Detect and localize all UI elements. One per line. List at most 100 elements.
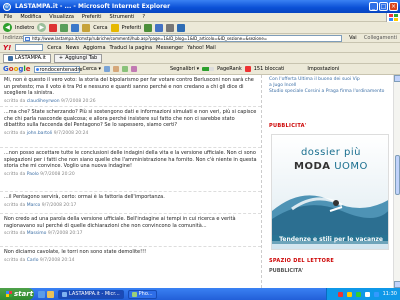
mail-icon[interactable] xyxy=(155,23,164,32)
page-content: Mi, non è questo il vero voto: la storia… xyxy=(0,75,393,288)
browser-window: e LASTAMPA.it - ... - Microsoft Internet… xyxy=(0,0,400,300)
folder-quicklaunch-icon[interactable] xyxy=(47,290,54,298)
home-icon[interactable] xyxy=(71,23,80,32)
tab-label: LASTAMPA.it xyxy=(15,55,46,61)
toolbar-icon[interactable] xyxy=(103,66,110,72)
ad-headline: dossier più xyxy=(300,147,362,158)
comment-item: Non credo ad una parola della versione u… xyxy=(0,214,261,247)
comment-text: ...ma che? State scherzando? Più si sost… xyxy=(4,109,257,128)
stop-icon[interactable] xyxy=(49,23,58,32)
sidebar-link[interactable]: Studio speciale Corsini a Praga firma l'… xyxy=(265,89,393,95)
clock[interactable]: 11:30 xyxy=(383,291,397,297)
taskbar-item-photo[interactable]: Pho... xyxy=(127,289,157,299)
scroll-down-arrow-icon[interactable] xyxy=(394,281,400,288)
scroll-up-arrow-icon[interactable] xyxy=(394,75,400,82)
comment-author[interactable]: Paolo xyxy=(27,172,39,177)
scroll-thumb[interactable] xyxy=(395,155,400,195)
comment-author[interactable]: Marco xyxy=(27,203,41,208)
comment-text: ...non posso accettare tutte le conclusi… xyxy=(4,150,257,169)
taskbar-item-ie[interactable]: LASTAMPA.it - Micr... xyxy=(58,289,124,299)
back-button-label[interactable]: Indietro xyxy=(15,25,34,31)
forward-arrow-icon[interactable]: ▶ xyxy=(37,23,47,32)
start-button[interactable]: start xyxy=(0,288,34,300)
menu-visualizza[interactable]: Visualizza xyxy=(49,14,74,20)
ie-quicklaunch-icon[interactable] xyxy=(38,290,45,298)
menu-strumenti[interactable]: Strumenti xyxy=(110,14,135,20)
tray-icon[interactable] xyxy=(346,291,352,297)
menu-file[interactable]: File xyxy=(4,14,12,20)
search-button-label[interactable]: Cerca xyxy=(93,25,107,31)
advertisement-banner[interactable]: dossier più MODA UOMO Tendenze e stili p… xyxy=(271,134,389,250)
menu-modifica[interactable]: Modifica xyxy=(20,14,41,20)
maximize-button[interactable]: □ xyxy=(379,2,388,11)
settings-button[interactable]: Impostazioni xyxy=(307,66,339,72)
windows-flag-icon xyxy=(6,291,12,297)
yahoo-news-button[interactable]: News xyxy=(66,45,80,51)
menu-preferiti[interactable]: Preferiti xyxy=(82,14,102,20)
yahoo-search-input[interactable] xyxy=(15,44,44,51)
yahoo-translate-button[interactable]: Traduci la pagina xyxy=(110,45,153,51)
address-input[interactable]: http://www.lastampa.it/cmstp/rubriche/co… xyxy=(23,34,342,42)
comment-author[interactable]: Carlo xyxy=(27,258,39,263)
comment-author[interactable]: claudiheyrwon xyxy=(27,99,60,104)
tab-lastampa[interactable]: LASTAMPA.it xyxy=(3,53,51,63)
tray-icon[interactable] xyxy=(337,291,343,297)
advertising-header-2: PUBBLICITA' xyxy=(269,268,304,274)
toolbar-icon[interactable] xyxy=(130,66,137,72)
comment-author[interactable]: Massimo xyxy=(27,231,47,236)
bookmarks-button[interactable]: Segnalibri ▾ xyxy=(170,66,199,72)
comment-meta: scritto da Massimo 9/7/2008 20:17 xyxy=(4,231,83,236)
title-bar: e LASTAMPA.it - ... - Microsoft Internet… xyxy=(0,0,400,13)
tray-icon[interactable] xyxy=(364,291,370,297)
comments-column: Mi, non è questo il vero voto: la storia… xyxy=(0,75,262,288)
windows-logo-icon xyxy=(386,13,400,22)
back-arrow-icon[interactable]: ◀ xyxy=(3,23,12,32)
internet-explorer-icon: e xyxy=(3,2,11,11)
yahoo-refresh-button[interactable]: Aggiorna xyxy=(83,45,105,51)
popup-blocker-icon[interactable] xyxy=(244,66,251,72)
google-logo[interactable]: Google xyxy=(3,65,31,73)
google-search-input[interactable]: rondocentenadre xyxy=(33,65,82,73)
comment-text: Non credo ad una parola della versione u… xyxy=(4,216,236,229)
ad-tagline: Tendenze e stili per le vacanze xyxy=(272,235,388,244)
comment-text: Non diciamo cavolate, le torri non sono … xyxy=(4,249,147,255)
edit-icon[interactable] xyxy=(177,23,186,32)
plus-icon: + xyxy=(58,55,64,61)
toolbar-icon[interactable] xyxy=(112,66,119,72)
go-button[interactable]: Vai xyxy=(342,35,364,41)
minimize-button[interactable]: _ xyxy=(369,2,378,11)
tray-icon[interactable] xyxy=(373,291,379,297)
start-label: start xyxy=(14,290,34,298)
vertical-scrollbar[interactable] xyxy=(393,75,400,288)
print-icon[interactable] xyxy=(166,23,175,32)
toolbar-icon[interactable] xyxy=(121,66,128,72)
tab-add[interactable]: + Aggiungi Tab xyxy=(53,53,103,63)
window-title: LASTAMPA.it - ... - Microsoft Internet E… xyxy=(15,3,171,10)
comment-author[interactable]: john.bartoli xyxy=(27,131,53,136)
google-search-button[interactable]: Cerca ▾ xyxy=(83,66,101,72)
page-icon xyxy=(25,36,30,41)
tray-icon[interactable] xyxy=(355,291,361,297)
links-label[interactable]: Collegamenti xyxy=(364,35,397,41)
comment-item: Non diciamo cavolate, le torri non sono … xyxy=(0,247,261,271)
refresh-icon[interactable] xyxy=(60,23,69,32)
favorites-star-icon[interactable] xyxy=(110,23,119,32)
taskbar-item-label: LASTAMPA.it - Micr... xyxy=(69,291,120,297)
close-button[interactable]: × xyxy=(389,2,398,11)
yahoo-messenger-button[interactable]: Messenger xyxy=(156,45,183,51)
system-tray: 11:30 xyxy=(326,288,400,300)
standard-toolbar: ◀ Indietro ▶ Cerca Preferiti xyxy=(0,22,400,34)
comment-meta: scritto da claudiheyrwon 9/7/2008 20:26 xyxy=(4,98,96,104)
yahoo-search-button[interactable]: Cerca xyxy=(47,45,61,51)
address-url: http://www.lastampa.it/cmstp/rubriche/co… xyxy=(32,35,268,41)
tab-add-label: Aggiungi Tab xyxy=(65,55,98,61)
yahoo-logo[interactable]: Y! xyxy=(3,44,11,52)
search-icon[interactable] xyxy=(82,23,91,32)
history-icon[interactable] xyxy=(144,23,153,32)
yahoo-mail-button[interactable]: Yahoo! Mail xyxy=(187,45,215,51)
favorites-button-label[interactable]: Preferiti xyxy=(122,25,142,31)
yahoo-toolbar: Y! Cerca News Aggiorna Traduci la pagina… xyxy=(0,43,400,53)
menu-help[interactable]: ? xyxy=(142,14,145,20)
popup-blocked-count[interactable]: 151 bloccati xyxy=(254,66,285,72)
comment-meta: scritto da john.bartoli 9/7/2008 20:24 xyxy=(4,130,89,136)
